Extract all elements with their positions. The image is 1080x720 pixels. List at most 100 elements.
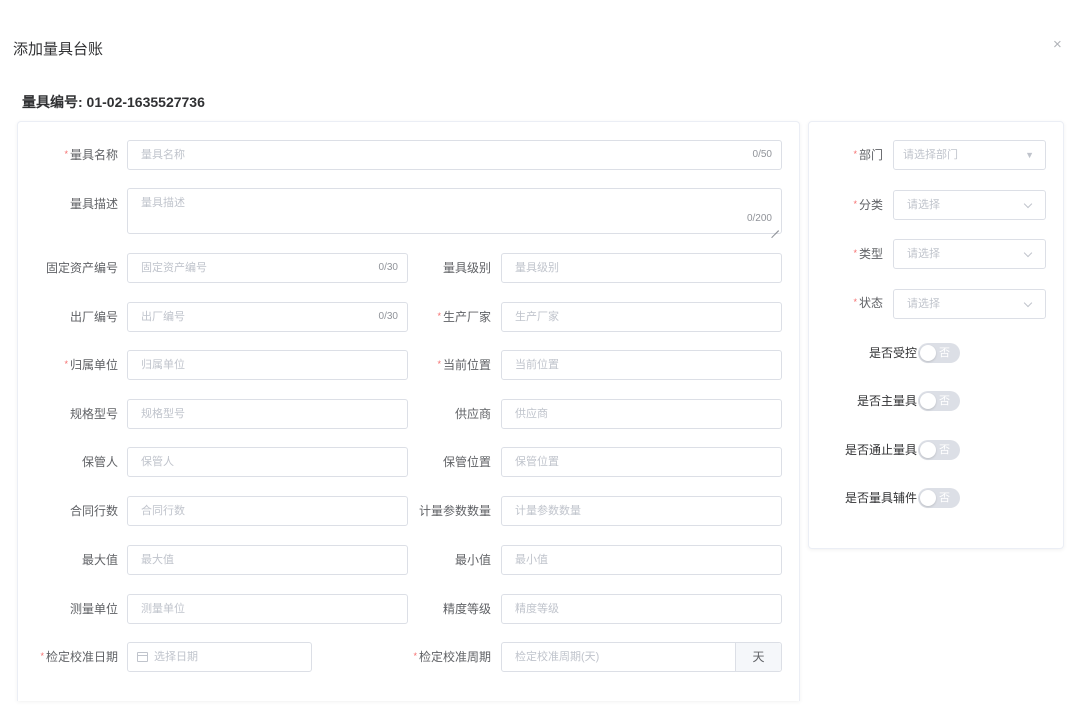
owner-unit-label: * 归属单位 <box>64 358 118 372</box>
calendar-icon <box>137 652 148 662</box>
chevron-down-icon <box>1023 298 1033 308</box>
supplier-label: 供应商 <box>454 407 491 421</box>
param-count-placeholder: 计量参数数量 <box>515 505 581 517</box>
current-location-placeholder: 当前位置 <box>515 359 559 371</box>
unit-placeholder: 测量单位 <box>141 603 185 615</box>
calib-period-label: * 检定校准周期 <box>413 650 491 664</box>
resize-handle-icon[interactable] <box>771 223 779 231</box>
accessory-toggle[interactable]: 否 <box>918 488 960 508</box>
status-select[interactable]: 请选择 <box>893 289 1046 319</box>
current-location-input[interactable]: 当前位置 <box>501 350 782 380</box>
supplier-placeholder: 供应商 <box>515 408 548 420</box>
param-count-label: 计量参数数量 <box>418 504 491 518</box>
toggle-text: 否 <box>939 395 950 407</box>
level-label: 量具级别 <box>442 261 491 275</box>
custodian-label: 保管人 <box>81 455 118 469</box>
chevron-down-icon <box>1023 199 1033 209</box>
unit-input[interactable]: 测量单位 <box>127 594 408 624</box>
owner-unit-placeholder: 归属单位 <box>141 359 185 371</box>
calib-date-label: * 检定校准日期 <box>40 650 118 664</box>
factory-no-counter: 0/30 <box>378 311 398 322</box>
controlled-toggle[interactable]: 否 <box>918 343 960 363</box>
name-counter: 0/50 <box>752 149 772 160</box>
storage-location-placeholder: 保管位置 <box>515 456 559 468</box>
name-input[interactable]: 量具名称 0/50 <box>127 140 782 170</box>
storage-location-label: 保管位置 <box>442 455 491 469</box>
fixed-asset-no-label: 固定资产编号 <box>45 261 118 275</box>
category-select[interactable]: 请选择 <box>893 190 1046 220</box>
accuracy-placeholder: 精度等级 <box>515 603 559 615</box>
calib-period-input[interactable]: 检定校准周期(天) 天 <box>501 642 782 672</box>
spec-model-input[interactable]: 规格型号 <box>127 399 408 429</box>
factory-no-label: 出厂编号 <box>69 310 118 324</box>
side-form-card <box>808 121 1064 549</box>
spec-model-label: 规格型号 <box>69 407 118 421</box>
param-count-input[interactable]: 计量参数数量 <box>501 496 782 526</box>
toggle-knob <box>920 490 936 506</box>
accuracy-label: 精度等级 <box>442 602 491 616</box>
manufacturer-label: * 生产厂家 <box>437 310 491 324</box>
category-placeholder: 请选择 <box>907 199 940 211</box>
dialog-title: 添加量具台账 <box>13 41 104 58</box>
name-label: * 量具名称 <box>64 148 118 162</box>
toggle-knob <box>920 442 936 458</box>
fixed-asset-no-counter: 0/30 <box>378 262 398 273</box>
accuracy-input[interactable]: 精度等级 <box>501 594 782 624</box>
status-label: * 状态 <box>853 296 883 310</box>
department-select[interactable]: 请选择部门 ▼ <box>893 140 1046 170</box>
min-value-input[interactable]: 最小值 <box>501 545 782 575</box>
toggle-text: 否 <box>939 444 950 456</box>
category-label: * 分类 <box>853 198 883 212</box>
max-value-input[interactable]: 最大值 <box>127 545 408 575</box>
custodian-placeholder: 保管人 <box>141 456 174 468</box>
manufacturer-input[interactable]: 生产厂家 <box>501 302 782 332</box>
supplier-input[interactable]: 供应商 <box>501 399 782 429</box>
description-label: 量具描述 <box>69 197 118 211</box>
current-location-label: * 当前位置 <box>437 358 491 372</box>
description-counter: 0/200 <box>746 213 772 224</box>
storage-location-input[interactable]: 保管位置 <box>501 447 782 477</box>
contract-rows-placeholder: 合同行数 <box>141 505 185 517</box>
custodian-input[interactable]: 保管人 <box>127 447 408 477</box>
close-icon[interactable]: × <box>1053 36 1062 54</box>
switch-label: 是否主量具 <box>856 394 917 408</box>
toggle-knob <box>920 345 936 361</box>
go-nogo-toggle[interactable]: 否 <box>918 440 960 460</box>
department-placeholder: 请选择部门 <box>903 149 958 161</box>
switch-label: 是否通止量具 <box>844 443 917 457</box>
calib-date-picker[interactable]: 选择日期 <box>127 642 312 672</box>
spec-model-placeholder: 规格型号 <box>141 408 185 420</box>
toggle-text: 否 <box>939 492 950 504</box>
fixed-asset-no-input[interactable]: 固定资产编号 0/30 <box>127 253 408 283</box>
owner-unit-input[interactable]: 归属单位 <box>127 350 408 380</box>
level-placeholder: 量具级别 <box>515 262 559 274</box>
manufacturer-placeholder: 生产厂家 <box>515 311 559 323</box>
department-label: * 部门 <box>853 148 883 162</box>
type-placeholder: 请选择 <box>907 248 940 260</box>
factory-no-placeholder: 出厂编号 <box>141 311 185 323</box>
name-placeholder: 量具名称 <box>141 149 185 161</box>
calib-period-placeholder: 检定校准周期(天) <box>515 651 600 663</box>
min-value-placeholder: 最小值 <box>515 554 548 566</box>
switch-label: 是否受控 <box>868 346 917 360</box>
calib-period-unit: 天 <box>735 643 781 671</box>
min-value-label: 最小值 <box>454 553 491 567</box>
switch-label: 是否量具辅件 <box>844 491 917 505</box>
factory-no-input[interactable]: 出厂编号 0/30 <box>127 302 408 332</box>
level-input[interactable]: 量具级别 <box>501 253 782 283</box>
contract-rows-input[interactable]: 合同行数 <box>127 496 408 526</box>
contract-rows-label: 合同行数 <box>69 504 118 518</box>
status-placeholder: 请选择 <box>907 298 940 310</box>
toggle-knob <box>920 393 936 409</box>
type-label: * 类型 <box>853 247 883 261</box>
type-select[interactable]: 请选择 <box>893 239 1046 269</box>
chevron-down-icon <box>1023 248 1033 258</box>
gauge-code: 量具编号: 01-02-1635527736 <box>22 94 205 110</box>
description-textarea[interactable]: 量具描述 0/200 <box>127 188 782 234</box>
caret-down-icon: ▼ <box>1025 150 1034 160</box>
description-placeholder: 量具描述 <box>141 197 185 209</box>
main-gauge-toggle[interactable]: 否 <box>918 391 960 411</box>
max-value-label: 最大值 <box>81 553 118 567</box>
unit-label: 测量单位 <box>69 602 118 616</box>
add-gauge-dialog: 添加量具台账 × 量具编号: 01-02-1635527736 * 量具名称 量具… <box>0 0 1080 720</box>
